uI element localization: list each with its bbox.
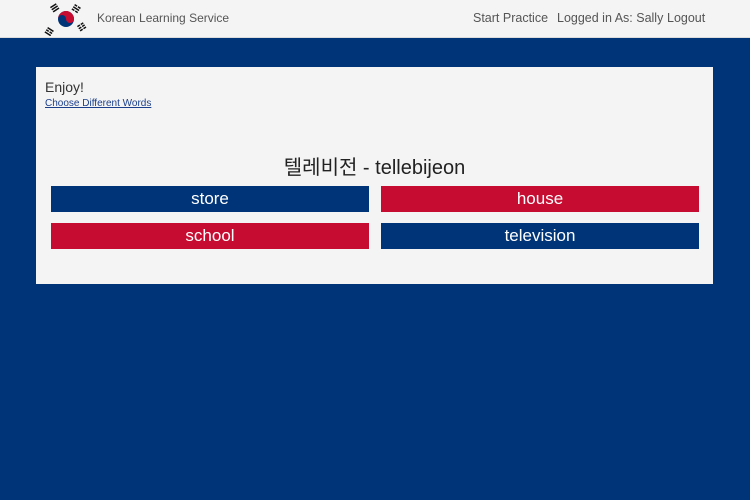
logged-in-user-link[interactable]: Logged in As: Sally — [557, 11, 663, 25]
korean-flag-icon[interactable] — [44, 2, 88, 36]
answer-button-house[interactable]: house — [381, 186, 699, 212]
quiz-question: 텔레비전 - tellebijeon — [36, 151, 713, 180]
logout-link[interactable]: Logout — [667, 11, 705, 25]
answer-button-store[interactable]: store — [51, 186, 369, 212]
answer-button-school[interactable]: school — [51, 223, 369, 249]
answer-button-television[interactable]: television — [381, 223, 699, 249]
quiz-panel: Enjoy! Choose Different Words 텔레비전 - tel… — [36, 67, 713, 284]
top-navbar: Korean Learning Service Start Practice L… — [0, 0, 750, 38]
question-separator: - — [357, 157, 376, 179]
choose-different-words-link[interactable]: Choose Different Words — [45, 98, 151, 109]
question-romanization: tellebijeon — [375, 157, 466, 179]
greeting-text: Enjoy! — [45, 79, 84, 95]
start-practice-link[interactable]: Start Practice — [473, 11, 548, 25]
question-hangul: 텔레비전 — [283, 155, 358, 179]
brand-link[interactable]: Korean Learning Service — [97, 11, 229, 25]
